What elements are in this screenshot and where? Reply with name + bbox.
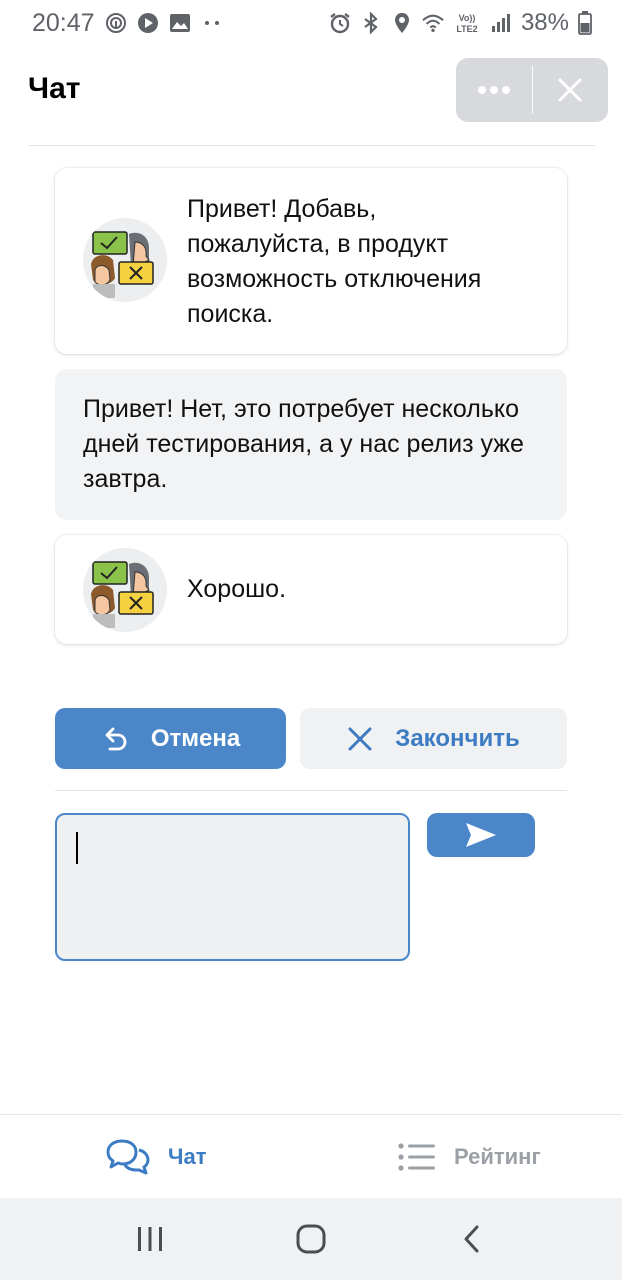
play-icon [137,12,159,34]
svg-text:LTE2: LTE2 [456,24,477,34]
cancel-label: Отмена [150,724,241,752]
avatar [83,218,167,302]
battery-icon [578,11,592,35]
pill-divider [531,66,533,114]
bluetooth-icon [360,12,382,34]
back-chevron-icon [464,1225,479,1253]
close-button[interactable] [533,58,609,122]
chat-header: Чат [28,58,608,122]
send-button[interactable] [427,813,535,857]
status-time: 20:47 [32,8,95,37]
avatar [83,548,167,632]
close-icon [558,78,582,102]
tab-chat-label: Чат [168,1144,207,1169]
discussion-avatar-icon [83,548,167,632]
more-dots-icon [477,86,510,94]
message-text: Привет! Добавь, пожалуйста, в продукт во… [187,195,482,328]
fingerprint-icon [105,12,127,34]
alarm-icon [329,12,351,34]
wifi-icon [422,12,444,34]
bottom-tab-bar: Чат Рейтинг [0,1114,622,1198]
text-caret [76,832,78,864]
message-user-1: Привет! Добавь, пожалуйста, в продукт во… [55,168,567,354]
tab-rating[interactable]: Рейтинг [398,1115,541,1199]
discussion-avatar-icon [83,218,167,302]
image-icon [169,12,191,34]
status-bar: 20:47 Vo)) LTE2 38% [0,0,622,46]
battery-percent: 38% [520,9,569,36]
page-title: Чат [28,72,81,105]
more-button[interactable] [456,58,532,122]
message-agent-1: Привет! Нет, это потребует несколько дне… [55,369,567,520]
volte-icon: Vo)) LTE2 [453,12,481,34]
undo-icon [105,727,127,750]
close-icon [348,727,372,750]
svg-text:Vo)): Vo)) [459,13,476,23]
tab-rating-label: Рейтинг [454,1144,541,1169]
home-icon [296,1224,326,1254]
message-input[interactable] [55,813,410,961]
cancel-button[interactable]: Отмена [55,708,286,769]
location-icon [391,12,413,34]
back-button[interactable] [442,1209,502,1269]
finish-button[interactable]: Закончить [300,708,567,769]
message-text: Привет! Нет, это потребует несколько дне… [83,395,524,493]
composer-divider [55,790,567,791]
message-text: Хорошо. [187,575,287,603]
dots-icon [201,12,223,34]
system-nav-bar [0,1198,622,1280]
finish-label: Закончить [395,724,520,752]
message-user-2: Хорошо. [55,535,567,644]
list-icon [398,1143,435,1171]
tab-chat[interactable]: Чат [106,1115,206,1199]
header-controls [456,58,608,122]
recent-apps-icon [138,1227,163,1251]
chat-bubbles-icon [106,1139,150,1175]
recent-apps-button[interactable] [120,1209,180,1269]
send-icon [466,823,496,847]
signal-icon [490,12,512,34]
header-divider [28,145,595,146]
home-button[interactable] [281,1209,341,1269]
